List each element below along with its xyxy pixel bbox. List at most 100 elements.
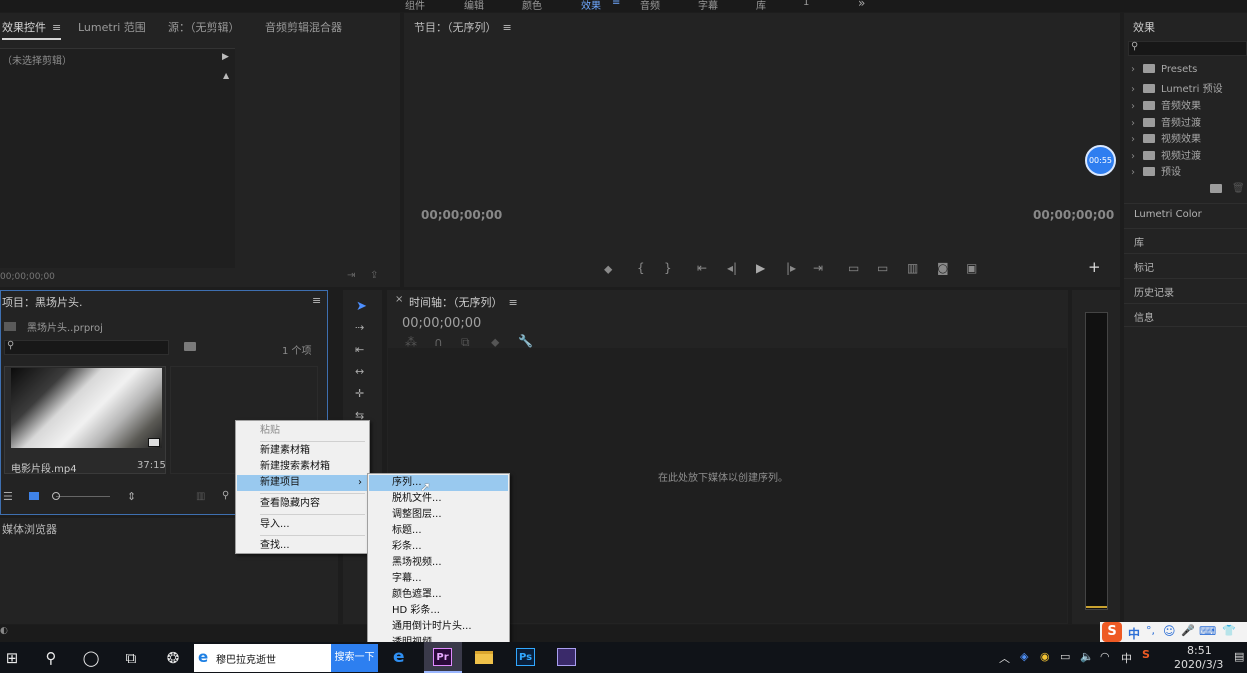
ime-chinese-mode[interactable]: 中 (1128, 625, 1140, 642)
lift-icon[interactable]: ▭ (848, 262, 859, 274)
notification-icon[interactable]: ▤ (1234, 650, 1244, 663)
clock-date[interactable]: 2020/3/3 (1174, 658, 1223, 671)
zoom-slider-handle[interactable] (52, 492, 60, 500)
menu-item-paste[interactable]: 粘贴 (237, 423, 368, 439)
windows-start-icon[interactable]: ⊞ (2, 649, 22, 667)
compare-icon[interactable]: ▥ (907, 262, 918, 274)
volume-icon[interactable]: 🔈 (1080, 650, 1094, 663)
ime-skin-icon[interactable]: 👕 (1222, 624, 1236, 637)
menu-item-new-bin[interactable]: 新建素材箱 (237, 443, 368, 459)
program-menu-icon[interactable]: ≡ (503, 21, 512, 34)
app-n-icon[interactable] (557, 648, 576, 666)
export-icon[interactable]: ⇪ (370, 270, 378, 281)
tray-app-icon-2[interactable]: ◉ (1040, 650, 1050, 663)
tree-item-video-effects[interactable]: › 视频效果 (1131, 130, 1201, 146)
zoom-slider[interactable] (56, 496, 110, 497)
timeline-marker-icon[interactable]: ⬥ (491, 336, 499, 348)
ime-punctuation-icon[interactable]: °, (1146, 624, 1155, 637)
workspace-tab-5[interactable]: 字幕 (698, 0, 718, 12)
workspace-tab-3[interactable]: 效果 (581, 0, 601, 12)
section-history[interactable]: 历史记录 (1124, 278, 1247, 302)
overlay-icon[interactable]: ▣ (966, 262, 977, 274)
timeline-timecode[interactable]: 00;00;00;00 (402, 316, 481, 331)
submenu-item-countdown-leader[interactable]: 通用倒计时片头... (369, 619, 508, 635)
nest-icon[interactable]: ⁂ (405, 336, 417, 348)
project-search-input[interactable] (4, 340, 169, 355)
section-markers[interactable]: 标记 (1124, 253, 1247, 277)
add-marker-icon[interactable]: ⬥ (604, 263, 612, 275)
project-menu-icon[interactable]: ≡ (312, 294, 321, 307)
tab-source[interactable]: 源：（无剪辑） (168, 19, 240, 35)
media-browser-title[interactable]: 媒体浏览器 (2, 521, 57, 537)
submenu-item-adjustment-layer[interactable]: 调整图层... (369, 507, 508, 523)
tray-app-icon-1[interactable]: ◈ (1020, 650, 1028, 663)
ime-emoji-icon[interactable]: ☺ (1163, 624, 1176, 638)
new-bin-from-search-icon[interactable] (184, 342, 196, 351)
battery-icon[interactable]: ▭ (1060, 650, 1070, 663)
file-explorer-icon[interactable] (475, 651, 493, 664)
workspace-tab-2[interactable]: 颜色 (522, 0, 542, 12)
tree-item-audio-transitions[interactable]: › 音频过渡 (1131, 114, 1201, 130)
tray-chevron-icon[interactable]: ︿ (999, 650, 1010, 666)
workspace-tab-6[interactable]: 库 (756, 0, 766, 12)
expand-arrow-icon[interactable]: ▶ (222, 52, 229, 62)
submenu-item-captions[interactable]: 字幕... (369, 571, 508, 587)
submenu-item-title[interactable]: 标题... (369, 523, 508, 539)
program-timecode-left[interactable]: 00;00;00;00 (421, 208, 502, 222)
workspace-tab-0[interactable]: 组件 (405, 0, 425, 12)
menu-item-show-hidden[interactable]: 查看隐藏内容 (237, 496, 368, 512)
submenu-item-offline-file[interactable]: 脱机文件... (369, 491, 508, 507)
trash-icon[interactable]: 🗑 (1232, 183, 1245, 194)
menu-item-import[interactable]: 导入... (237, 517, 368, 533)
workspace-tab-7[interactable]: 1 (803, 0, 809, 8)
filter-icon[interactable]: ⇥ (347, 270, 355, 281)
menu-item-new-search-bin[interactable]: 新建搜索素材箱 (237, 459, 368, 475)
snap-icon[interactable]: ∩ (434, 336, 443, 348)
sort-icon[interactable]: ⇕ (127, 490, 136, 503)
sogou-tray-icon[interactable]: S (1142, 648, 1150, 661)
tree-item-audio-effects[interactable]: › 音频效果 (1131, 97, 1201, 113)
workspace-menu-icon[interactable]: ≡ (612, 0, 620, 8)
ime-tray-indicator[interactable]: 中 (1121, 650, 1132, 666)
photoshop-app-icon[interactable]: Ps (516, 648, 535, 666)
ripple-edit-tool-icon[interactable]: ⇤ (355, 343, 364, 356)
tree-item-lumetri-presets[interactable]: › Lumetri 预设 (1131, 80, 1223, 96)
section-libraries[interactable]: 库 (1124, 228, 1247, 252)
track-select-tool-icon[interactable]: ⇢ (355, 321, 364, 334)
find-icon[interactable]: ⚲ (222, 490, 229, 501)
go-to-out-icon[interactable]: ⇥ (813, 262, 823, 274)
taskbar-search-text[interactable]: 穆巴拉克逝世 (216, 651, 276, 666)
timeline-menu-icon[interactable]: ≡ (509, 296, 518, 309)
effects-search-input[interactable] (1128, 41, 1247, 56)
cortana-icon[interactable]: ◯ (81, 649, 101, 667)
taskbar-search-button[interactable]: 搜索一下 (331, 644, 378, 672)
razor-tool-icon[interactable]: ✛ (355, 387, 364, 400)
submenu-item-sequence[interactable]: 序列... (369, 475, 508, 491)
timeline-close-icon[interactable]: × (395, 294, 403, 305)
floating-timer-badge[interactable]: 00:55 (1085, 145, 1116, 176)
icon-view-icon[interactable] (29, 492, 39, 500)
edge-app-icon[interactable]: e (393, 647, 405, 667)
tree-item-presets[interactable]: › Presets (1131, 64, 1197, 80)
mark-out-icon[interactable]: } (664, 262, 672, 274)
submenu-item-black-video[interactable]: 黑场视频... (369, 555, 508, 571)
clock-time[interactable]: 8:51 (1187, 644, 1212, 657)
add-button-icon[interactable]: + (1088, 260, 1101, 275)
submenu-item-bars-tone[interactable]: 彩条... (369, 539, 508, 555)
app-swirl-icon[interactable]: ❂ (163, 649, 183, 667)
tab-effect-controls[interactable]: 效果控件 ≡ (2, 19, 62, 40)
selection-tool-icon[interactable]: ➤ (356, 299, 367, 314)
list-view-icon[interactable]: ☰ (3, 490, 13, 503)
camera-icon[interactable]: ◙ (937, 262, 949, 274)
ime-keyboard-icon[interactable]: ⌨ (1199, 624, 1216, 638)
workspace-tab-4[interactable]: 音频 (640, 0, 660, 12)
new-bin-icon[interactable] (1210, 184, 1222, 193)
mark-in-icon[interactable]: { (637, 262, 645, 274)
section-info[interactable]: 信息 (1124, 303, 1247, 327)
ime-voice-icon[interactable]: 🎤 (1181, 624, 1195, 637)
scroll-up-icon[interactable]: ▲ (223, 71, 229, 80)
submenu-item-color-matte[interactable]: 颜色遮罩... (369, 587, 508, 603)
taskbar-search-icon[interactable]: ⚲ (41, 649, 61, 667)
linked-selection-icon[interactable]: ⧉ (461, 336, 470, 348)
sogou-logo-icon[interactable]: S (1102, 622, 1122, 642)
